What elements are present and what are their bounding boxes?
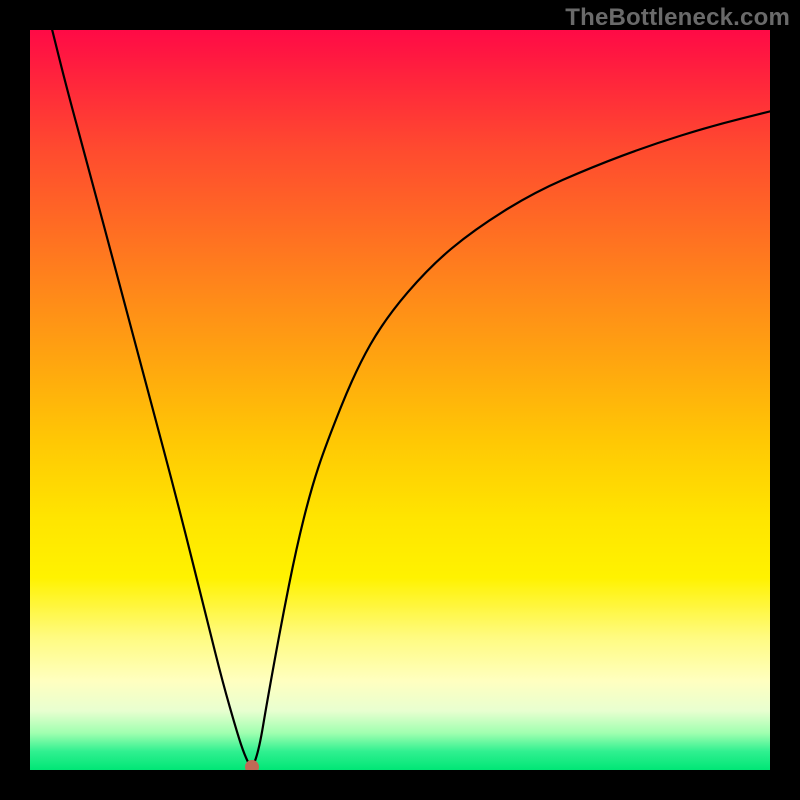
watermark: TheBottleneck.com [565,4,790,32]
chart-frame: TheBottleneck.com [0,0,800,800]
curve-svg [30,30,770,770]
plot-area [30,30,770,770]
curve [52,30,770,766]
